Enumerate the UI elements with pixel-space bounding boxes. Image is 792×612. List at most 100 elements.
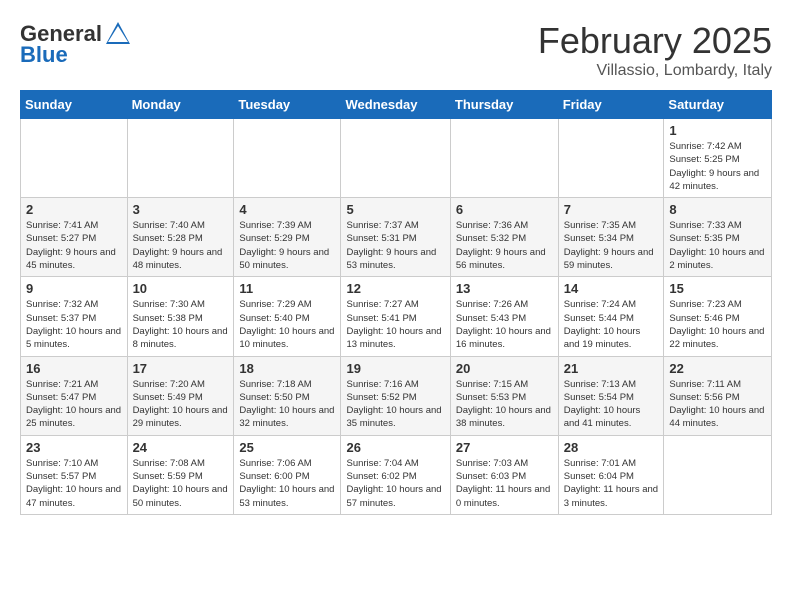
logo: General Blue xyxy=(20,20,132,68)
day-info: Sunrise: 7:15 AM Sunset: 5:53 PM Dayligh… xyxy=(456,378,553,431)
logo-blue: Blue xyxy=(20,42,68,68)
calendar-day: 5 Sunrise: 7:37 AM Sunset: 5:31 PM Daylig… xyxy=(341,198,450,277)
calendar-day: 11 Sunrise: 7:29 AM Sunset: 5:40 PM Dayli… xyxy=(234,277,341,356)
calendar-day: 28Sunrise: 7:01 AM Sunset: 6:04 PM Dayli… xyxy=(558,435,664,514)
day-number: 22 xyxy=(669,361,766,376)
calendar-day: 23Sunrise: 7:10 AM Sunset: 5:57 PM Dayli… xyxy=(21,435,128,514)
calendar-day: 7 Sunrise: 7:35 AM Sunset: 5:34 PM Daylig… xyxy=(558,198,664,277)
calendar-day: 24 Sunrise: 7:08 AM Sunset: 5:59 PM Dayli… xyxy=(127,435,234,514)
title-block: February 2025 Villassio, Lombardy, Italy xyxy=(538,20,772,80)
day-info: Sunrise: 7:32 AM Sunset: 5:37 PM Dayligh… xyxy=(26,298,122,351)
day-info: Sunrise: 7:23 AM Sunset: 5:46 PM Dayligh… xyxy=(669,298,766,351)
day-number: 27 xyxy=(456,440,553,455)
calendar-day: 10Sunrise: 7:30 AM Sunset: 5:38 PM Dayli… xyxy=(127,277,234,356)
day-info: Sunrise: 7:08 AM Sunset: 5:59 PM Dayligh… xyxy=(133,457,229,510)
day-info: Sunrise: 7:27 AM Sunset: 5:41 PM Dayligh… xyxy=(346,298,444,351)
page: General Blue February 2025 Villassio, Lo… xyxy=(0,0,792,612)
calendar-day xyxy=(450,119,558,198)
calendar-day: 12 Sunrise: 7:27 AM Sunset: 5:41 PM Dayli… xyxy=(341,277,450,356)
calendar-day xyxy=(21,119,128,198)
calendar-day: 16 Sunrise: 7:21 AM Sunset: 5:47 PM Dayli… xyxy=(21,356,128,435)
day-number: 28 xyxy=(564,440,659,455)
calendar-day xyxy=(234,119,341,198)
calendar-day: 21 Sunrise: 7:13 AM Sunset: 5:54 PM Dayli… xyxy=(558,356,664,435)
calendar-week-1: 2Sunrise: 7:41 AM Sunset: 5:27 PM Daylig… xyxy=(21,198,772,277)
calendar-day xyxy=(341,119,450,198)
calendar-day: 17 Sunrise: 7:20 AM Sunset: 5:49 PM Dayli… xyxy=(127,356,234,435)
calendar-day: 2Sunrise: 7:41 AM Sunset: 5:27 PM Daylig… xyxy=(21,198,128,277)
calendar-day: 13 Sunrise: 7:26 AM Sunset: 5:43 PM Dayli… xyxy=(450,277,558,356)
calendar-day: 6 Sunrise: 7:36 AM Sunset: 5:32 PM Daylig… xyxy=(450,198,558,277)
day-info: Sunrise: 7:20 AM Sunset: 5:49 PM Dayligh… xyxy=(133,378,229,431)
day-info: Sunrise: 7:06 AM Sunset: 6:00 PM Dayligh… xyxy=(239,457,335,510)
calendar-day: 26 Sunrise: 7:04 AM Sunset: 6:02 PM Dayli… xyxy=(341,435,450,514)
day-number: 5 xyxy=(346,202,444,217)
calendar-day: 20 Sunrise: 7:15 AM Sunset: 5:53 PM Dayli… xyxy=(450,356,558,435)
day-info: Sunrise: 7:26 AM Sunset: 5:43 PM Dayligh… xyxy=(456,298,553,351)
day-info: Sunrise: 7:42 AM Sunset: 5:25 PM Dayligh… xyxy=(669,140,766,193)
day-info: Sunrise: 7:13 AM Sunset: 5:54 PM Dayligh… xyxy=(564,378,659,431)
col-monday: Monday xyxy=(127,91,234,119)
day-number: 18 xyxy=(239,361,335,376)
day-info: Sunrise: 7:36 AM Sunset: 5:32 PM Dayligh… xyxy=(456,219,553,272)
day-number: 14 xyxy=(564,281,659,296)
day-number: 21 xyxy=(564,361,659,376)
calendar-day: 18 Sunrise: 7:18 AM Sunset: 5:50 PM Dayli… xyxy=(234,356,341,435)
calendar-day: 15 Sunrise: 7:23 AM Sunset: 5:46 PM Dayli… xyxy=(664,277,772,356)
col-saturday: Saturday xyxy=(664,91,772,119)
day-info: Sunrise: 7:29 AM Sunset: 5:40 PM Dayligh… xyxy=(239,298,335,351)
calendar-week-3: 16 Sunrise: 7:21 AM Sunset: 5:47 PM Dayli… xyxy=(21,356,772,435)
day-number: 24 xyxy=(133,440,229,455)
calendar-day: 14Sunrise: 7:24 AM Sunset: 5:44 PM Dayli… xyxy=(558,277,664,356)
day-number: 12 xyxy=(346,281,444,296)
day-info: Sunrise: 7:16 AM Sunset: 5:52 PM Dayligh… xyxy=(346,378,444,431)
day-number: 8 xyxy=(669,202,766,217)
day-number: 23 xyxy=(26,440,122,455)
calendar-day: 19 Sunrise: 7:16 AM Sunset: 5:52 PM Dayli… xyxy=(341,356,450,435)
calendar-week-0: 1 Sunrise: 7:42 AM Sunset: 5:25 PM Daylig… xyxy=(21,119,772,198)
col-friday: Friday xyxy=(558,91,664,119)
day-number: 26 xyxy=(346,440,444,455)
calendar-day: 1 Sunrise: 7:42 AM Sunset: 5:25 PM Daylig… xyxy=(664,119,772,198)
day-number: 4 xyxy=(239,202,335,217)
day-info: Sunrise: 7:35 AM Sunset: 5:34 PM Dayligh… xyxy=(564,219,659,272)
day-number: 11 xyxy=(239,281,335,296)
day-info: Sunrise: 7:37 AM Sunset: 5:31 PM Dayligh… xyxy=(346,219,444,272)
day-number: 9 xyxy=(26,281,122,296)
calendar-day xyxy=(127,119,234,198)
day-info: Sunrise: 7:03 AM Sunset: 6:03 PM Dayligh… xyxy=(456,457,553,510)
day-info: Sunrise: 7:18 AM Sunset: 5:50 PM Dayligh… xyxy=(239,378,335,431)
day-number: 6 xyxy=(456,202,553,217)
day-number: 15 xyxy=(669,281,766,296)
col-thursday: Thursday xyxy=(450,91,558,119)
calendar-day xyxy=(664,435,772,514)
day-number: 2 xyxy=(26,202,122,217)
calendar-day: 4Sunrise: 7:39 AM Sunset: 5:29 PM Daylig… xyxy=(234,198,341,277)
col-sunday: Sunday xyxy=(21,91,128,119)
col-tuesday: Tuesday xyxy=(234,91,341,119)
calendar-day: 3Sunrise: 7:40 AM Sunset: 5:28 PM Daylig… xyxy=(127,198,234,277)
logo-icon xyxy=(104,20,132,48)
day-number: 7 xyxy=(564,202,659,217)
day-number: 19 xyxy=(346,361,444,376)
day-info: Sunrise: 7:21 AM Sunset: 5:47 PM Dayligh… xyxy=(26,378,122,431)
calendar-week-4: 23Sunrise: 7:10 AM Sunset: 5:57 PM Dayli… xyxy=(21,435,772,514)
calendar-day: 22Sunrise: 7:11 AM Sunset: 5:56 PM Dayli… xyxy=(664,356,772,435)
day-info: Sunrise: 7:33 AM Sunset: 5:35 PM Dayligh… xyxy=(669,219,766,272)
day-number: 10 xyxy=(133,281,229,296)
day-number: 3 xyxy=(133,202,229,217)
month-title: February 2025 xyxy=(538,20,772,62)
day-number: 20 xyxy=(456,361,553,376)
calendar: Sunday Monday Tuesday Wednesday Thursday… xyxy=(20,90,772,515)
calendar-day: 25 Sunrise: 7:06 AM Sunset: 6:00 PM Dayli… xyxy=(234,435,341,514)
location: Villassio, Lombardy, Italy xyxy=(538,62,772,80)
day-info: Sunrise: 7:04 AM Sunset: 6:02 PM Dayligh… xyxy=(346,457,444,510)
calendar-header-row: Sunday Monday Tuesday Wednesday Thursday… xyxy=(21,91,772,119)
day-number: 17 xyxy=(133,361,229,376)
calendar-day xyxy=(558,119,664,198)
calendar-day: 27 Sunrise: 7:03 AM Sunset: 6:03 PM Dayli… xyxy=(450,435,558,514)
day-number: 13 xyxy=(456,281,553,296)
day-number: 16 xyxy=(26,361,122,376)
day-number: 1 xyxy=(669,123,766,138)
day-number: 25 xyxy=(239,440,335,455)
